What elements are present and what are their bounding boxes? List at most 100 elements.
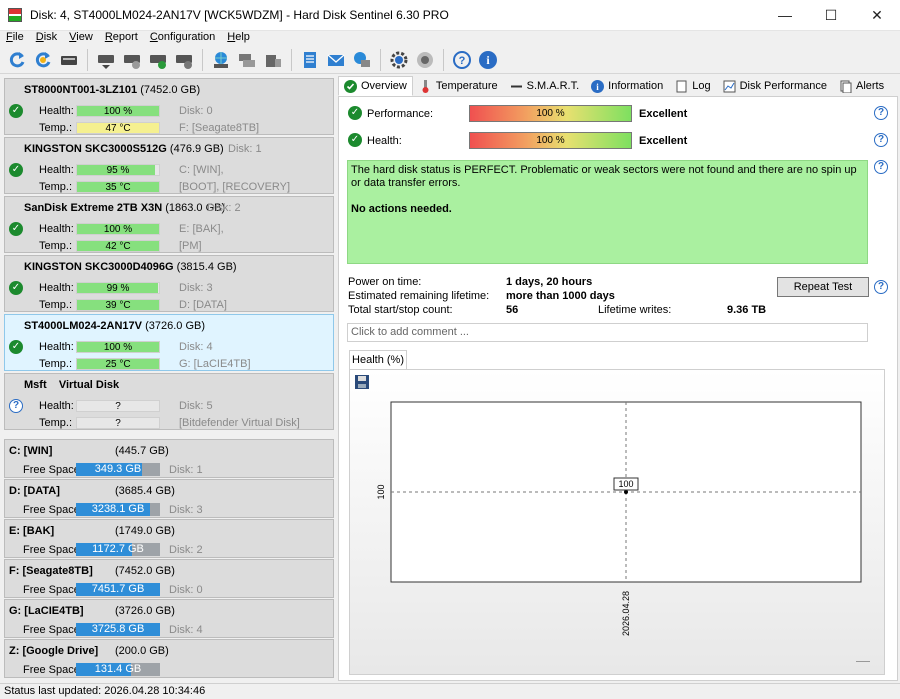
tab-information[interactable]: i Information xyxy=(585,76,669,96)
help-icon[interactable]: ? xyxy=(451,49,473,71)
tab-disk-performance[interactable]: Disk Performance xyxy=(717,76,833,96)
drive-name: C: [WIN] xyxy=(9,445,53,457)
data-point xyxy=(624,490,628,494)
refresh-icon[interactable] xyxy=(6,49,28,71)
disk-tools-icon[interactable] xyxy=(262,49,284,71)
tab-log[interactable]: Log xyxy=(669,76,716,96)
startstop-value: 56 xyxy=(506,304,519,316)
lifetime-label: Estimated remaining lifetime: xyxy=(348,290,490,302)
disk-network-icon[interactable] xyxy=(351,49,373,71)
disk-number: Disk: 1 xyxy=(228,143,262,155)
tab-alerts[interactable]: Alerts xyxy=(833,76,890,96)
drive-name: E: [BAK] xyxy=(9,525,55,537)
menu-configuration[interactable]: Configuration xyxy=(144,31,221,46)
tab-smart[interactable]: S.M.A.R.T. xyxy=(504,76,586,96)
drive-entry[interactable]: C: [WIN] (445.7 GB) Free Space 349.3 GB … xyxy=(4,439,334,478)
free-space-label: Free Space xyxy=(23,664,80,676)
health-bar: 99 % xyxy=(76,282,160,294)
free-space-bar: 131.4 GB xyxy=(76,663,160,676)
help-icon[interactable]: ? xyxy=(874,106,888,120)
menu-disk[interactable]: Disk xyxy=(30,31,63,46)
partition-list: F: [Seagate8TB] xyxy=(179,122,260,134)
notes-icon[interactable] xyxy=(299,49,321,71)
free-space-value: 3725.8 GB xyxy=(91,623,145,635)
free-space-bar: 1172.7 GB xyxy=(76,543,160,556)
menu-report[interactable]: Report xyxy=(99,31,144,46)
health-gauge: 100 % xyxy=(469,132,632,149)
health-value: 100 % xyxy=(536,135,565,146)
health-label: Health: xyxy=(39,223,74,235)
tab-health-chart[interactable]: Health (%) xyxy=(349,350,407,369)
disk-copy-icon[interactable] xyxy=(236,49,258,71)
maximize-button[interactable]: ☐ xyxy=(808,0,854,31)
disk-eject-icon[interactable] xyxy=(95,49,117,71)
thermometer-icon xyxy=(419,79,432,93)
performance-label: Performance: xyxy=(367,108,434,120)
startstop-label: Total start/stop count: xyxy=(348,304,453,316)
repeat-test-button[interactable]: Repeat Test xyxy=(777,277,869,297)
status-description: The hard disk status is PERFECT. Problem… xyxy=(347,160,868,264)
disk-save-icon[interactable] xyxy=(173,49,195,71)
help-icon[interactable]: ? xyxy=(874,280,888,294)
toolbar-separator xyxy=(380,48,381,71)
drive-entry[interactable]: D: [DATA] (3685.4 GB) Free Space 3238.1 … xyxy=(4,479,334,518)
app-icon xyxy=(8,8,22,22)
free-space-label: Free Space xyxy=(23,464,80,476)
drive-entry[interactable]: G: [LaCIE4TB] (3726.0 GB) Free Space 372… xyxy=(4,599,334,638)
disk-entry[interactable]: ST8000NT001-3LZ101 (7452.0 GB) ✓ Health:… xyxy=(4,78,334,135)
drive-disk-number: Disk: 4 xyxy=(169,624,203,636)
help-icon[interactable]: ? xyxy=(874,160,888,174)
disk-test-icon[interactable] xyxy=(121,49,143,71)
refresh-all-icon[interactable] xyxy=(32,49,54,71)
lifetime-value: more than 1000 days xyxy=(506,290,615,302)
disk-entry[interactable]: KINGSTON SKC3000S512G (476.9 GB) ✓ Healt… xyxy=(4,137,334,194)
tab-overview[interactable]: Overview xyxy=(338,76,413,96)
drive-size: (3726.0 GB) xyxy=(115,605,175,617)
drive-entry[interactable]: F: [Seagate8TB] (7452.0 GB) Free Space 7… xyxy=(4,559,334,598)
disk-number: Disk: 2 xyxy=(207,202,241,214)
drive-entry[interactable]: E: [BAK] (1749.0 GB) Free Space 1172.7 G… xyxy=(4,519,334,558)
disk-entry-selected[interactable]: ST4000LM024-2AN17V (3726.0 GB) ✓ Health:… xyxy=(4,314,334,371)
health-rating: Excellent xyxy=(639,135,688,147)
comment-input[interactable]: Click to add comment ... xyxy=(347,323,868,342)
free-space-value: 131.4 GB xyxy=(94,663,142,675)
temp-value: 35 °C xyxy=(105,182,131,193)
disk-check-icon[interactable] xyxy=(147,49,169,71)
temp-label: Temp.: xyxy=(39,181,73,193)
temp-value: ? xyxy=(115,418,121,429)
menu-help[interactable]: Help xyxy=(221,31,256,46)
temp-value: 25 °C xyxy=(105,359,131,370)
partition-list: [BOOT], [RECOVERY] xyxy=(179,181,291,193)
drive-entry[interactable]: Z: [Google Drive] (200.0 GB) Free Space … xyxy=(4,639,334,678)
speaker-icon[interactable] xyxy=(414,49,436,71)
minimize-button[interactable]: — xyxy=(762,0,808,31)
disk-icon[interactable] xyxy=(58,49,80,71)
temp-label: Temp.: xyxy=(39,240,73,252)
menu-view[interactable]: View xyxy=(63,31,99,46)
menu-file[interactable]: File xyxy=(0,31,30,46)
disk-entry[interactable]: SanDisk Extreme 2TB X3N (1863.0 GB) ✓ He… xyxy=(4,196,334,253)
settings-icon[interactable] xyxy=(388,49,410,71)
resize-grip xyxy=(856,661,870,662)
mail-icon[interactable] xyxy=(325,49,347,71)
log-icon xyxy=(675,80,688,93)
help-icon[interactable]: ? xyxy=(874,133,888,147)
drive-size: (445.7 GB) xyxy=(115,445,169,457)
temp-bar: 39 °C xyxy=(76,299,160,311)
partition-list: G: [LaCIE4TB] xyxy=(179,358,251,370)
drive-size: (1749.0 GB) xyxy=(115,525,175,537)
performance-rating: Excellent xyxy=(639,108,688,120)
info-icon: i xyxy=(591,79,605,93)
network-drive-icon[interactable] xyxy=(210,49,232,71)
temp-label: Temp.: xyxy=(39,358,73,370)
health-value: 100 % xyxy=(103,224,133,235)
disk-entry[interactable]: KINGSTON SKC3000D4096G (3815.4 GB) ✓ Hea… xyxy=(4,255,334,312)
disk-entry[interactable]: Msft Virtual Disk ? Health: ? Disk: 5 Te… xyxy=(4,373,334,430)
close-button[interactable]: ✕ xyxy=(854,0,900,31)
info-icon[interactable]: i xyxy=(477,49,499,71)
tab-temperature[interactable]: Temperature xyxy=(413,76,504,96)
free-space-bar: 3238.1 GB xyxy=(76,503,160,516)
temp-bar: 25 °C xyxy=(76,358,160,370)
ok-status-icon: ✓ xyxy=(9,340,23,354)
performance-gauge: 100 % xyxy=(469,105,632,122)
